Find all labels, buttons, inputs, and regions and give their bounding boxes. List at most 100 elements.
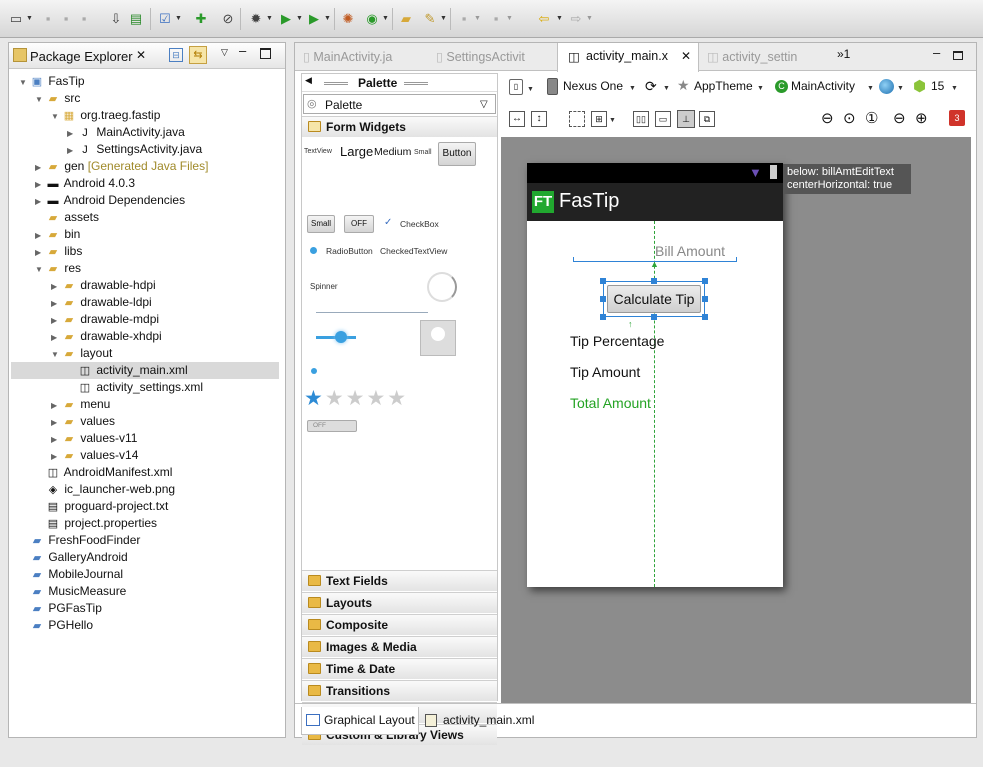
- tab-activity-settings[interactable]: ◫ activity_settin: [707, 49, 797, 64]
- chevron-down-icon[interactable]: ▼: [527, 86, 534, 93]
- chevron-down-icon[interactable]: ▼: [757, 85, 764, 92]
- collapsed-twisty-icon[interactable]: ▶: [35, 244, 45, 261]
- tab-overflow-count[interactable]: »1: [837, 47, 850, 61]
- next-annotation-icon[interactable]: ▪: [456, 11, 472, 27]
- tree-item[interactable]: ▼ ▰ res: [9, 260, 81, 277]
- collapsed-twisty-icon[interactable]: ▶: [51, 329, 61, 346]
- palette-group[interactable]: Images & Media: [302, 636, 497, 657]
- tree-item[interactable]: ▶ ▬ Android 4.0.3: [9, 175, 135, 192]
- palette-dropdown[interactable]: ◎ Palette ▽: [303, 94, 496, 114]
- palette-group[interactable]: Text Fields: [302, 570, 497, 591]
- widget-textview[interactable]: TextView: [304, 148, 332, 155]
- expanded-twisty-icon[interactable]: ▼: [51, 108, 61, 125]
- globe-icon[interactable]: [879, 79, 894, 94]
- tree-item[interactable]: ▰ MusicMeasure: [9, 583, 127, 600]
- margins-icon[interactable]: [569, 111, 585, 127]
- tree-item[interactable]: ▼ ▦ org.traeg.fastip: [9, 107, 160, 124]
- chevron-down-icon[interactable]: ▼: [440, 15, 447, 22]
- widget-toggle-button[interactable]: OFF: [344, 215, 374, 233]
- close-icon[interactable]: ✕: [136, 48, 146, 62]
- widget-checked-textview[interactable]: CheckedTextView: [380, 246, 447, 256]
- chevron-down-icon[interactable]: ▼: [867, 85, 874, 92]
- tip-percentage-textview[interactable]: Tip Percentage: [570, 333, 664, 349]
- collapsed-twisty-icon[interactable]: ▶: [51, 278, 61, 295]
- palette-group[interactable]: Layouts: [302, 592, 497, 613]
- chevron-down-icon[interactable]: ▼: [506, 15, 513, 22]
- activity-selector[interactable]: MainActivity: [791, 79, 855, 93]
- collapsed-twisty-icon[interactable]: ▶: [67, 125, 77, 142]
- chevron-down-icon[interactable]: ▼: [556, 15, 563, 22]
- tab-settings-activity[interactable]: ▯ SettingsActivit: [436, 49, 525, 64]
- layout-config-icon[interactable]: ▯: [509, 79, 523, 95]
- zoom-real-size-icon[interactable]: ⊙: [843, 109, 856, 127]
- orientation-icon[interactable]: ⟳: [645, 78, 657, 95]
- pencil-icon[interactable]: ✎: [422, 11, 438, 27]
- tip-amount-textview[interactable]: Tip Amount: [570, 364, 640, 380]
- tree-item[interactable]: ▰ PGHello: [9, 617, 93, 634]
- tree-item[interactable]: ▰ FreshFoodFinder: [9, 532, 141, 549]
- tree-item[interactable]: ▶ ▰ libs: [9, 243, 82, 260]
- fill-height-icon[interactable]: ↕: [531, 111, 547, 127]
- tree-item[interactable]: ◈ ic_launcher-web.png: [9, 481, 175, 498]
- widget-quick-contact[interactable]: [420, 320, 456, 356]
- chevron-down-icon[interactable]: ▼: [629, 85, 636, 92]
- save-icon[interactable]: ▪: [40, 11, 56, 27]
- forward-arrow-icon[interactable]: ⇨: [568, 11, 584, 27]
- widget-checkbox[interactable]: CheckBox: [400, 219, 439, 229]
- center-horizontal-icon[interactable]: ▭: [655, 111, 671, 127]
- tree-item[interactable]: ▼ ▰ src: [9, 90, 80, 107]
- chevron-down-icon[interactable]: ▼: [175, 15, 182, 22]
- collapse-all-icon[interactable]: ⊟: [169, 48, 183, 62]
- tree-item[interactable]: ▶ ▰ drawable-mdpi: [9, 311, 159, 328]
- tree-item[interactable]: ▤ project.properties: [9, 515, 157, 532]
- collapsed-twisty-icon[interactable]: ▶: [67, 142, 77, 159]
- tree-item[interactable]: ▰ assets: [9, 209, 99, 226]
- widget-large-text[interactable]: Large: [340, 144, 373, 159]
- collapsed-twisty-icon[interactable]: ▶: [51, 448, 61, 465]
- theme-selector[interactable]: AppTheme: [694, 79, 753, 93]
- prev-annotation-icon[interactable]: ▪: [488, 11, 504, 27]
- zoom-100-icon[interactable]: ①: [865, 109, 878, 127]
- run-icon[interactable]: ▶: [278, 11, 294, 27]
- expanded-twisty-icon[interactable]: ▼: [51, 346, 61, 363]
- widget-small-progress[interactable]: [311, 368, 317, 374]
- expanded-twisty-icon[interactable]: ▼: [35, 261, 45, 278]
- print-icon[interactable]: ▪: [76, 11, 92, 27]
- gravity-icon[interactable]: ⊞: [591, 111, 607, 127]
- device-selector[interactable]: Nexus One: [563, 79, 623, 93]
- open-folder-icon[interactable]: ▰: [398, 11, 414, 27]
- tree-item[interactable]: ◫ activity_main.xml: [11, 362, 279, 379]
- collapsed-twisty-icon[interactable]: ▶: [35, 227, 45, 244]
- resize-handle[interactable]: [651, 278, 657, 284]
- view-menu-icon[interactable]: ▽: [221, 47, 228, 58]
- back-arrow-icon[interactable]: ⇦: [536, 11, 552, 27]
- new-android-project-icon[interactable]: ✚: [193, 11, 209, 27]
- collapsed-twisty-icon[interactable]: ▶: [51, 431, 61, 448]
- collapse-left-icon[interactable]: ◀: [305, 75, 312, 86]
- tab-xml-source[interactable]: activity_main.xml: [421, 707, 541, 735]
- collapsed-twisty-icon[interactable]: ▶: [35, 159, 45, 176]
- tab-activity-main[interactable]: ◫ activity_main.x ✕: [557, 43, 699, 72]
- chevron-down-icon[interactable]: ▼: [663, 85, 670, 92]
- align-baseline-icon[interactable]: ▯▯: [633, 111, 649, 127]
- change-layout-icon[interactable]: ⧉: [699, 111, 715, 127]
- collapsed-twisty-icon[interactable]: ▶: [51, 414, 61, 431]
- tree-item[interactable]: ▶ ▰ values: [9, 413, 115, 430]
- tree-item[interactable]: ▶ ▰ values-v11: [9, 430, 137, 447]
- progress-spinner-icon[interactable]: [427, 272, 457, 302]
- tree-item[interactable]: ▶ ▰ gen [Generated Java Files]: [9, 158, 208, 175]
- minimize-icon[interactable]: –: [239, 43, 246, 58]
- palette-group[interactable]: Transitions: [302, 680, 497, 701]
- link-with-editor-icon[interactable]: ⇆: [189, 46, 207, 64]
- maximize-icon[interactable]: [260, 48, 271, 59]
- expanded-twisty-icon[interactable]: ▼: [35, 91, 45, 108]
- skip-breakpoints-icon[interactable]: ⊘: [220, 11, 236, 27]
- palette-group[interactable]: Composite: [302, 614, 497, 635]
- palette-group[interactable]: Time & Date: [302, 658, 497, 679]
- collapsed-twisty-icon[interactable]: ▶: [51, 312, 61, 329]
- tree-item[interactable]: ▰ MobileJournal: [9, 566, 123, 583]
- tree-item[interactable]: ▶ ▰ drawable-ldpi: [9, 294, 152, 311]
- widget-switch[interactable]: OFF: [307, 420, 357, 432]
- tree-item[interactable]: ▰ GalleryAndroid: [9, 549, 128, 566]
- save-all-icon[interactable]: ▪: [58, 11, 74, 27]
